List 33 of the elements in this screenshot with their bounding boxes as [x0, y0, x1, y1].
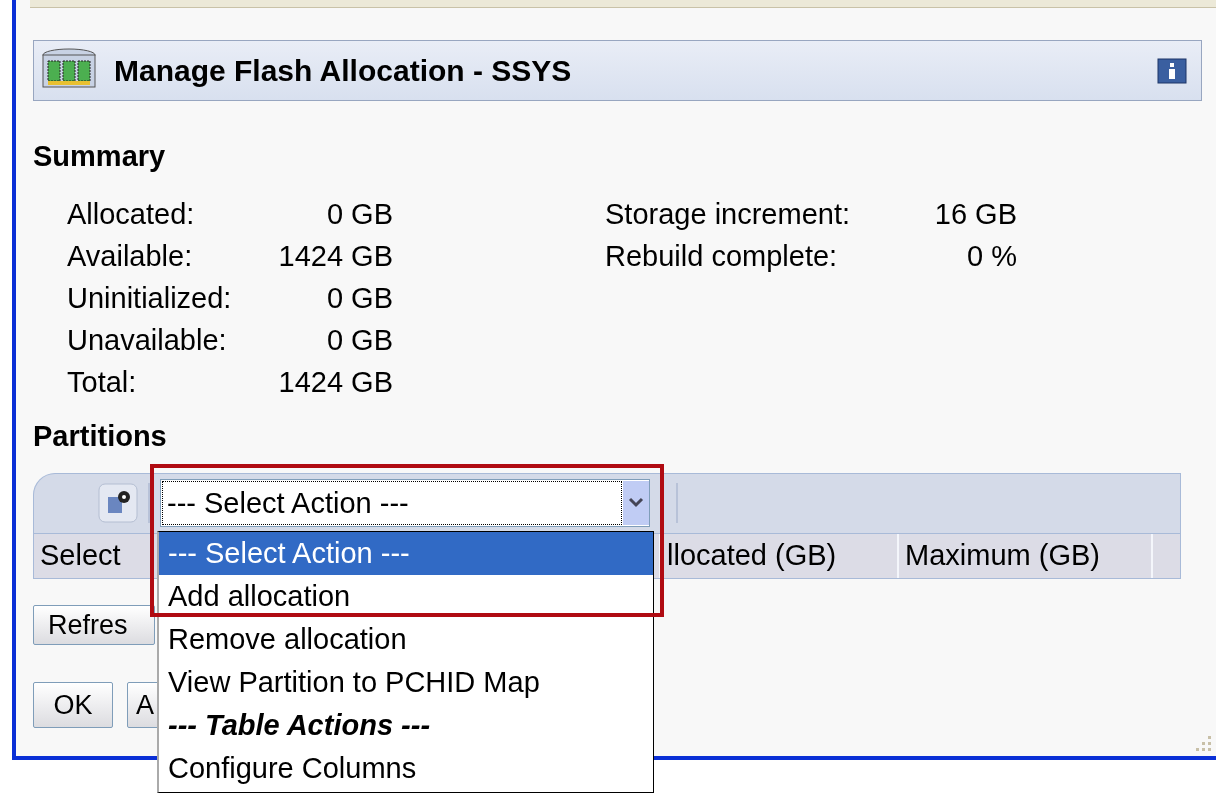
menu-option[interactable]: Configure Columns: [159, 747, 653, 790]
field-value: 1424 GB: [278, 365, 393, 398]
field-label: Storage increment:: [605, 196, 851, 232]
caret-icon: [623, 481, 649, 525]
field-value: 0 GB: [326, 281, 393, 314]
section-heading: Summary: [33, 139, 167, 174]
column-header: Maximum (GB): [899, 533, 1153, 578]
field-value: 0 GB: [326, 323, 393, 356]
field-label: Allocated:: [67, 196, 196, 232]
menu-option[interactable]: View Partition to PCHID Map: [159, 661, 653, 704]
menu-option[interactable]: Remove allocation: [159, 618, 653, 661]
field-label: Available:: [67, 238, 194, 274]
section-heading: Partitions: [33, 418, 168, 453]
refresh-button[interactable]: Refres: [33, 604, 155, 645]
resize-grip-icon[interactable]: [1196, 736, 1212, 752]
field-label: Uninitialized:: [67, 280, 233, 316]
menu-option[interactable]: Add allocation: [159, 575, 653, 618]
column-header: llocated (GB): [661, 533, 899, 578]
table-settings-icon[interactable]: [98, 483, 138, 523]
action-dropdown[interactable]: --- Select Action ---: [160, 479, 650, 527]
field-value: 0 %: [967, 239, 1017, 272]
column-header: Select: [34, 533, 154, 578]
field-label: Total:: [67, 364, 138, 400]
menu-group-label: --- Table Actions ---: [167, 708, 432, 743]
field-value: 16 GB: [934, 197, 1017, 230]
field-label: Rebuild complete:: [605, 238, 839, 274]
panel-title: Manage Flash Allocation - SSYS: [114, 53, 572, 89]
field-value: 1424 GB: [278, 239, 393, 272]
menu-option[interactable]: --- Select Action ---: [159, 532, 653, 575]
field-value: 0 GB: [326, 197, 393, 230]
dialog-button[interactable]: OK: [33, 681, 113, 728]
field-label: Unavailable:: [67, 322, 228, 358]
info-icon[interactable]: [1157, 57, 1187, 84]
